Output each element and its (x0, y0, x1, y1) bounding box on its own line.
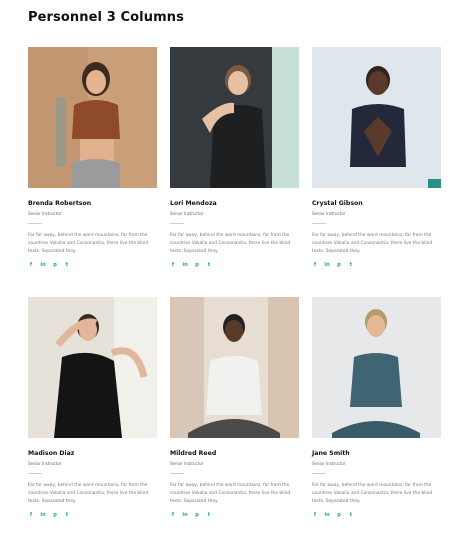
twitter-icon[interactable]: t (348, 512, 354, 518)
personnel-photo (312, 297, 441, 438)
divider (170, 223, 184, 224)
divider (28, 473, 42, 474)
twitter-icon[interactable]: t (206, 262, 212, 268)
divider (170, 473, 184, 474)
personnel-name: Brenda Robertson (28, 200, 92, 207)
personnel-photo (28, 47, 157, 188)
personnel-bio: Far far away, behind the word mountains,… (28, 483, 149, 504)
linkedin-icon[interactable]: in (182, 262, 188, 268)
twitter-icon[interactable]: t (64, 262, 70, 268)
pinterest-icon[interactable]: p (336, 512, 342, 518)
divider (312, 473, 326, 474)
facebook-icon[interactable]: f (312, 512, 318, 518)
facebook-icon[interactable]: f (28, 512, 34, 518)
facebook-icon[interactable]: f (28, 262, 34, 268)
linkedin-icon[interactable]: in (324, 512, 330, 518)
personnel-card: Brenda Robertson Senior Instructor Far f… (28, 47, 157, 268)
personnel-page: Personnel 3 Columns Brenda Robertson Sen… (0, 0, 464, 543)
personnel-photo (170, 297, 299, 438)
linkedin-icon[interactable]: in (324, 262, 330, 268)
personnel-bio: Far far away, behind the word mountains,… (170, 233, 291, 254)
linkedin-icon[interactable]: in (40, 262, 46, 268)
linkedin-icon[interactable]: in (182, 512, 188, 518)
personnel-card: Madison Diaz Senior Instructor Far far a… (28, 297, 157, 518)
personnel-card: Crystal Gibson Senior Instructor Far far… (312, 47, 441, 268)
facebook-icon[interactable]: f (312, 262, 318, 268)
personnel-bio: Far far away, behind the word mountains,… (312, 483, 433, 504)
personnel-bio: Far far away, behind the word mountains,… (312, 233, 433, 254)
pinterest-icon[interactable]: p (194, 512, 200, 518)
personnel-name: Madison Diaz (28, 450, 75, 457)
pinterest-icon[interactable]: p (52, 512, 58, 518)
page-title: Personnel 3 Columns (28, 10, 184, 25)
personnel-bio: Far far away, behind the word mountains,… (28, 233, 149, 254)
personnel-photo (312, 47, 441, 188)
personnel-role: Senior Instructor (28, 461, 62, 466)
personnel-photo (28, 297, 157, 438)
pinterest-icon[interactable]: p (52, 262, 58, 268)
personnel-photo (170, 47, 299, 188)
social-links: f in p t (170, 262, 299, 268)
personnel-card: Mildred Reed Senior Instructor Far far a… (170, 297, 299, 518)
divider (28, 223, 42, 224)
personnel-role: Senior Instructor (312, 211, 346, 216)
personnel-role: Senior Instructor (170, 211, 204, 216)
social-links: f in p t (312, 262, 441, 268)
social-links: f in p t (28, 262, 157, 268)
facebook-icon[interactable]: f (170, 262, 176, 268)
personnel-name: Lori Mendoza (170, 200, 217, 207)
linkedin-icon[interactable]: in (40, 512, 46, 518)
twitter-icon[interactable]: t (64, 512, 70, 518)
twitter-icon[interactable]: t (348, 262, 354, 268)
social-links: f in p t (170, 512, 299, 518)
personnel-name: Jane Smith (312, 450, 350, 457)
personnel-card: Lori Mendoza Senior Instructor Far far a… (170, 47, 299, 268)
social-links: f in p t (28, 512, 157, 518)
facebook-icon[interactable]: f (170, 512, 176, 518)
pinterest-icon[interactable]: p (194, 262, 200, 268)
personnel-role: Senior Instructor (28, 211, 62, 216)
personnel-name: Mildred Reed (170, 450, 217, 457)
personnel-name: Crystal Gibson (312, 200, 363, 207)
personnel-card: Jane Smith Senior Instructor Far far awa… (312, 297, 441, 518)
personnel-bio: Far far away, behind the word mountains,… (170, 483, 291, 504)
social-links: f in p t (312, 512, 441, 518)
personnel-role: Senior Instructor (312, 461, 346, 466)
divider (312, 223, 326, 224)
pinterest-icon[interactable]: p (336, 262, 342, 268)
twitter-icon[interactable]: t (206, 512, 212, 518)
personnel-role: Senior Instructor (170, 461, 204, 466)
